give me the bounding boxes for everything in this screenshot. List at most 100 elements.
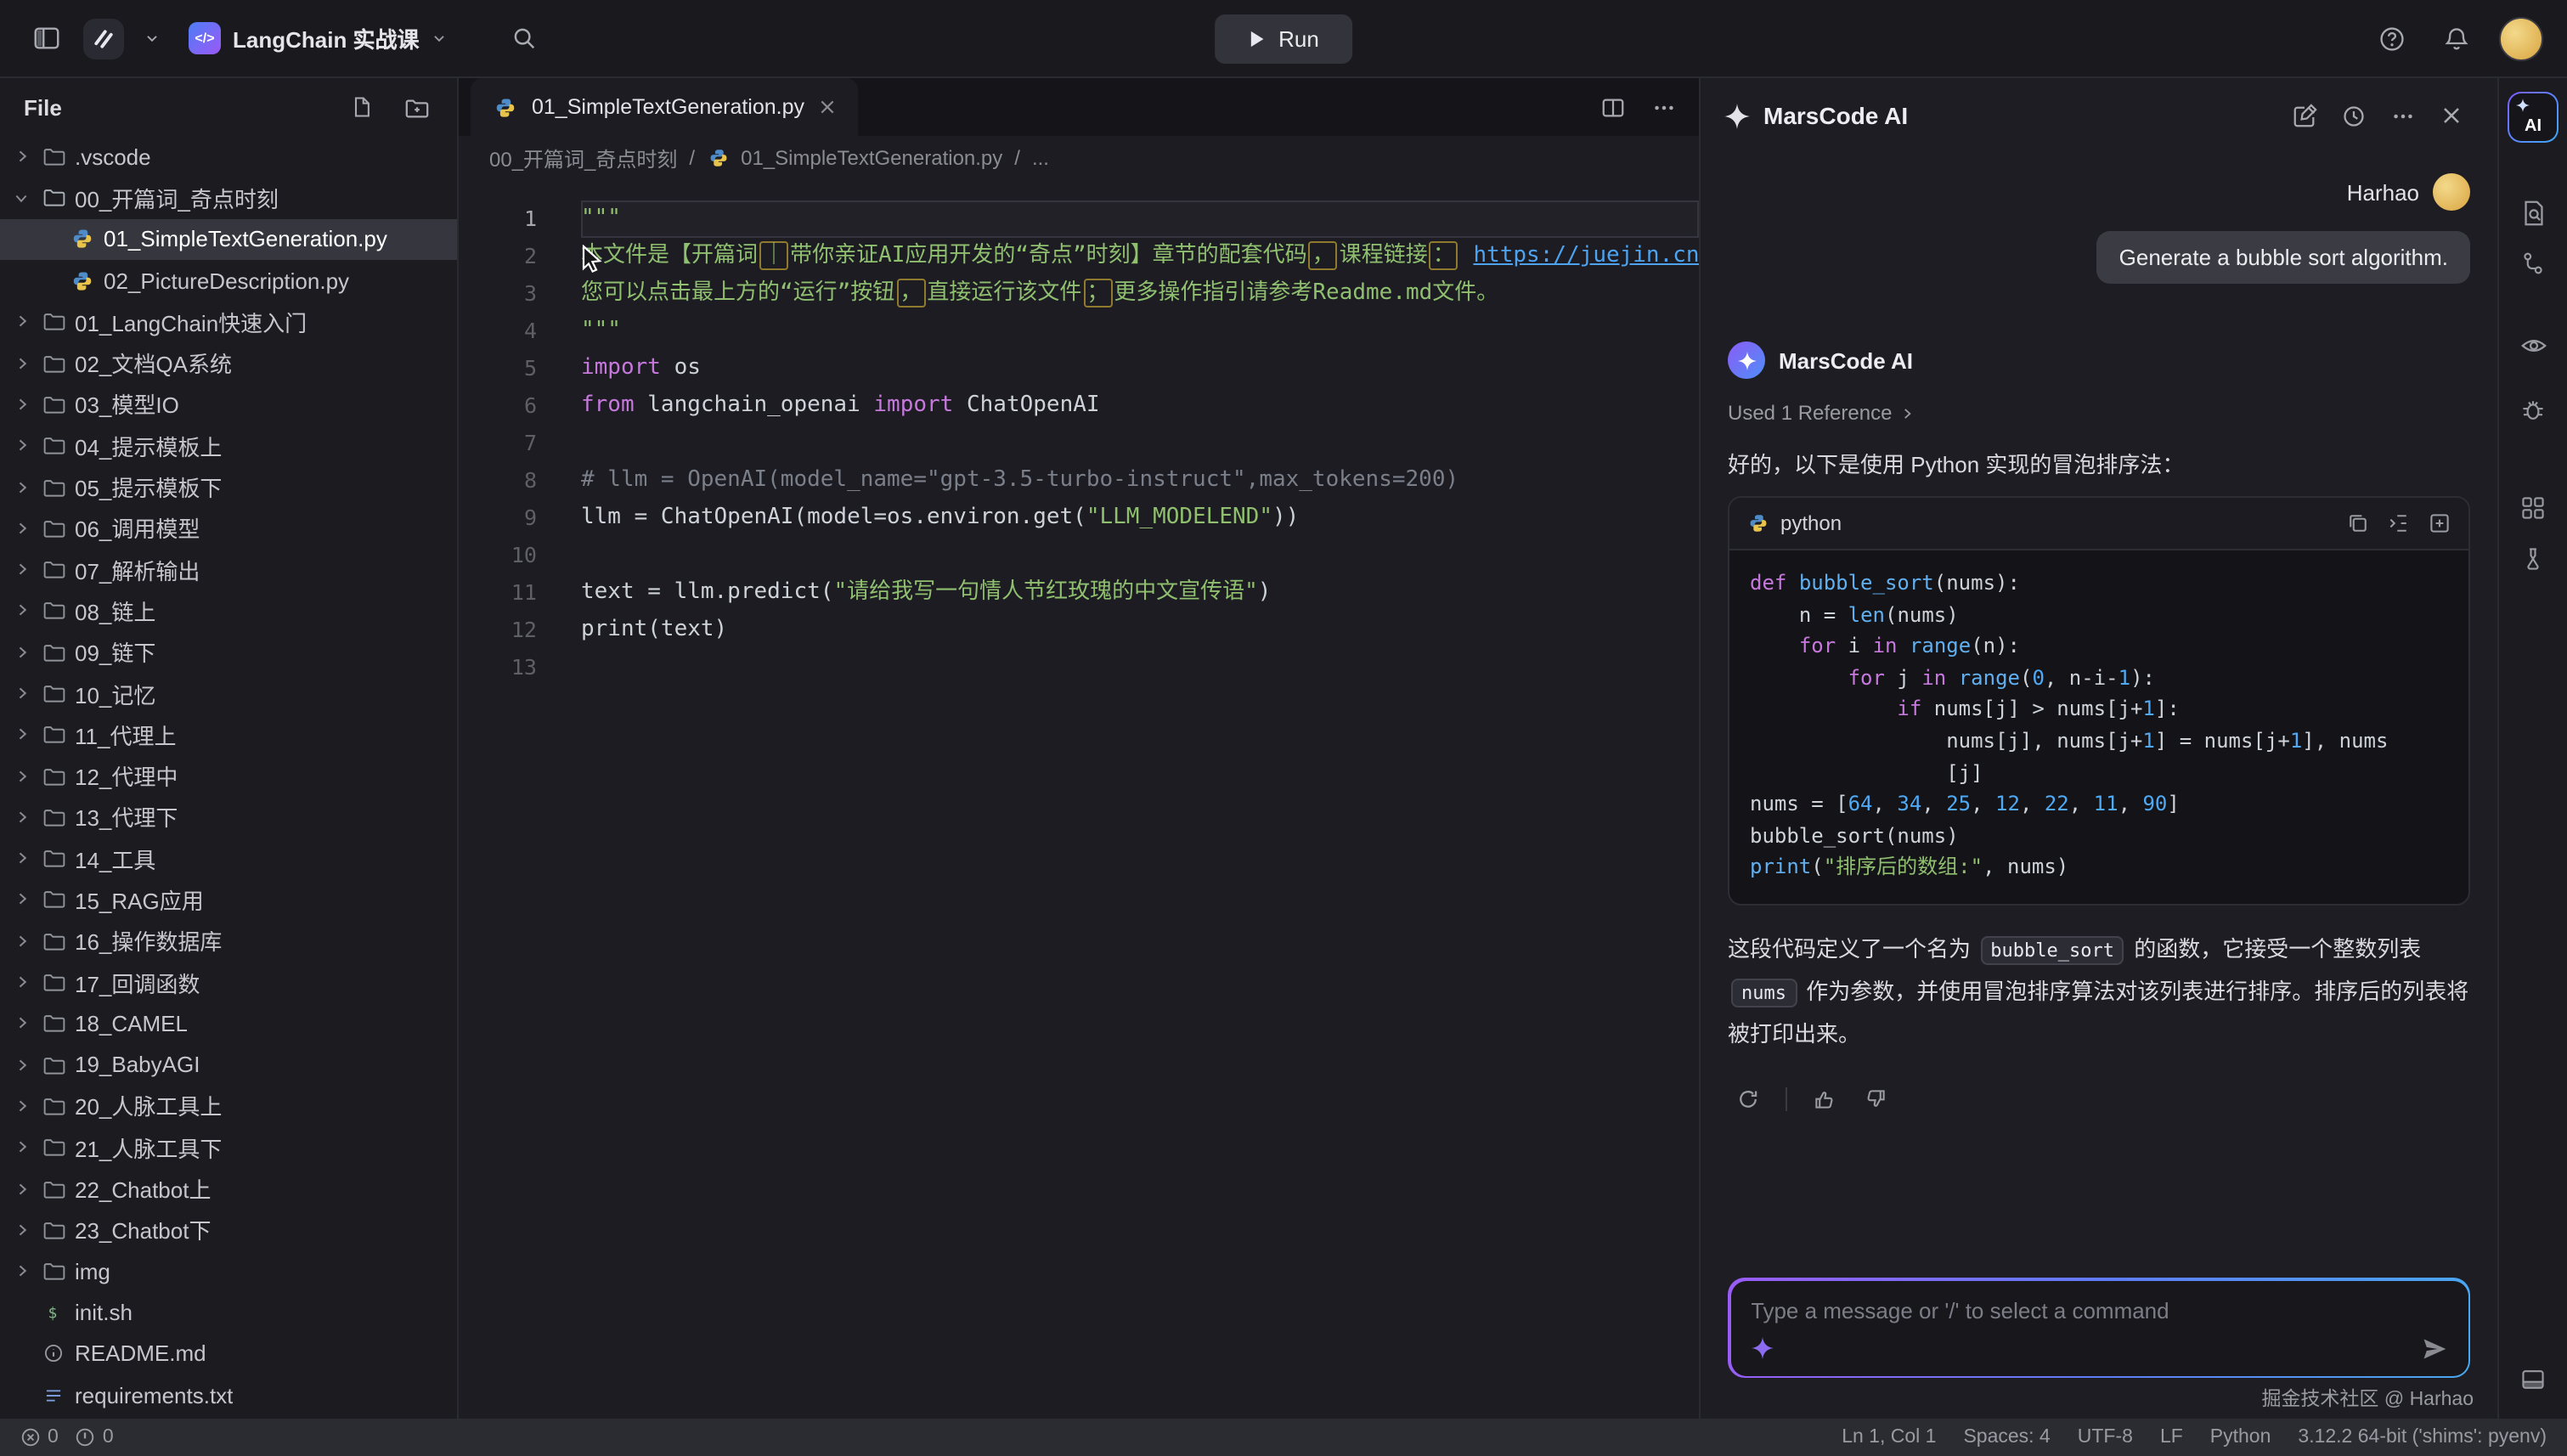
- help-button[interactable]: [2370, 16, 2414, 60]
- file-name: README.md: [75, 1341, 206, 1367]
- insert-code-button[interactable]: [2387, 511, 2411, 535]
- file-tree-item[interactable]: 07_解析输出: [0, 549, 457, 590]
- file-tree-item[interactable]: 19_BabyAGI: [0, 1044, 457, 1086]
- file-tree-item[interactable]: .vscode: [0, 136, 457, 178]
- file-tree-item[interactable]: 06_调用模型: [0, 507, 457, 549]
- assistant-message-header: MarsCode AI: [1728, 341, 2470, 379]
- cursor-position[interactable]: Ln 1, Col 1: [1842, 1427, 1936, 1448]
- project-switcher[interactable]: </> LangChain 实战课: [189, 22, 447, 54]
- new-folder-button[interactable]: [399, 90, 433, 124]
- app-logo[interactable]: [83, 18, 124, 59]
- file-tree-item[interactable]: README.md: [0, 1333, 457, 1374]
- bottom-panel-button[interactable]: [2508, 1354, 2559, 1405]
- regenerate-button[interactable]: [1728, 1079, 1769, 1120]
- new-file-from-code-button[interactable]: [2428, 511, 2451, 535]
- file-tree-item[interactable]: 09_链下: [0, 631, 457, 673]
- editor-tab[interactable]: 01_SimpleTextGeneration.py: [471, 78, 857, 136]
- file-tree-item[interactable]: 23_Chatbot下: [0, 1209, 457, 1250]
- panel-more-button[interactable]: [2380, 93, 2424, 138]
- code-line: """: [581, 313, 1699, 350]
- notifications-button[interactable]: [2434, 16, 2479, 60]
- copy-code-button[interactable]: [2346, 511, 2370, 535]
- debug-button[interactable]: [2508, 384, 2559, 435]
- file-tree-item[interactable]: 15_RAG应用: [0, 879, 457, 921]
- ai-panel-actions: [2282, 93, 2474, 138]
- folder-icon: [41, 309, 66, 335]
- new-folder-icon: [403, 94, 429, 120]
- file-tree-item[interactable]: requirements.txt: [0, 1374, 457, 1416]
- send-button[interactable]: [2420, 1335, 2447, 1362]
- file-tree-item[interactable]: 08_链上: [0, 590, 457, 632]
- file-tree-item[interactable]: 03_模型IO: [0, 384, 457, 426]
- reference-link[interactable]: Used 1 Reference: [1728, 401, 2470, 425]
- file-tree-item[interactable]: 02_PictureDescription.py: [0, 260, 457, 302]
- bug-icon: [2519, 396, 2547, 423]
- chat-input-inner: [1730, 1280, 2468, 1375]
- file-tree-item[interactable]: 16_操作数据库: [0, 920, 457, 962]
- eol-sequence[interactable]: LF: [2160, 1427, 2183, 1448]
- file-tree-item[interactable]: 12_代理中: [0, 755, 457, 797]
- sparkle-icon: [1724, 103, 1750, 128]
- breadcrumb-folder[interactable]: 00_开篇词_奇点时刻: [489, 144, 677, 172]
- file-tree-item[interactable]: 21_人脉工具下: [0, 1126, 457, 1168]
- status-bar: 0 0 Ln 1, Col 1 Spaces: 4 UTF-8 LF Pytho…: [0, 1419, 2567, 1456]
- folder-icon: [41, 763, 66, 788]
- code-card-actions: [2346, 511, 2451, 535]
- preview-button[interactable]: [2508, 319, 2559, 370]
- editor-more-button[interactable]: [1641, 85, 1685, 129]
- new-file-button[interactable]: [345, 90, 379, 124]
- file-tree-item[interactable]: 00_开篇词_奇点时刻: [0, 178, 457, 219]
- file-tree-item[interactable]: img: [0, 1250, 457, 1292]
- file-tree-item[interactable]: 17_回调函数: [0, 962, 457, 1003]
- line-number: 11: [459, 574, 537, 612]
- thumbs-down-button[interactable]: [1855, 1079, 1896, 1120]
- message-input[interactable]: [1751, 1297, 2447, 1323]
- history-button[interactable]: [2331, 93, 2375, 138]
- python-interpreter[interactable]: 3.12.2 64-bit ('shims': pyenv): [2298, 1427, 2547, 1448]
- file-tree-item[interactable]: 14_工具: [0, 838, 457, 879]
- ai-command-button[interactable]: [1751, 1337, 1773, 1359]
- search-files-button[interactable]: [2508, 187, 2559, 238]
- file-tree-item[interactable]: 18_CAMEL: [0, 1002, 457, 1044]
- tab-close-button[interactable]: [818, 99, 835, 116]
- logo-chevron-button[interactable]: [139, 16, 163, 60]
- file-tree-item[interactable]: 02_文档QA系统: [0, 342, 457, 384]
- problems-indicator[interactable]: 0: [20, 1427, 59, 1448]
- file-name: 04_提示模板上: [75, 429, 222, 461]
- folder-icon: [41, 516, 66, 541]
- user-avatar[interactable]: [2499, 16, 2543, 60]
- code-line: [581, 537, 1699, 574]
- source-control-button[interactable]: [2508, 238, 2559, 289]
- refresh-icon: [1736, 1087, 1760, 1111]
- file-tree-item[interactable]: 10_记忆: [0, 673, 457, 714]
- breadcrumb-more[interactable]: ...: [1032, 146, 1049, 170]
- file-tree-item[interactable]: 20_人脉工具上: [0, 1086, 457, 1127]
- file-tree-item[interactable]: 01_LangChain快速入门: [0, 301, 457, 342]
- global-search-button[interactable]: [503, 16, 547, 60]
- file-tree-item[interactable]: 01_SimpleTextGeneration.py: [0, 218, 457, 260]
- split-editor-button[interactable]: [1590, 85, 1634, 129]
- run-button[interactable]: Run: [1214, 14, 1353, 63]
- encoding[interactable]: UTF-8: [2078, 1427, 2133, 1448]
- eye-icon: [2519, 330, 2547, 359]
- code-editor[interactable]: 12345678910111213 """本文件是【开篇词｜带你亲证AI应用开发…: [459, 180, 1699, 1419]
- shell-file-icon: $: [41, 1300, 66, 1325]
- file-tree-item[interactable]: 05_提示模板下: [0, 466, 457, 508]
- language-mode[interactable]: Python: [2210, 1427, 2271, 1448]
- file-tree-item[interactable]: 13_代理下: [0, 797, 457, 838]
- extensions-button[interactable]: [2508, 483, 2559, 533]
- warnings-indicator[interactable]: 0: [76, 1427, 114, 1448]
- file-tree-item[interactable]: 04_提示模板上: [0, 425, 457, 466]
- file-tree-item[interactable]: 22_Chatbot上: [0, 1168, 457, 1210]
- ai-assistant-button[interactable]: AI: [2508, 92, 2559, 143]
- sidebar-toggle-button[interactable]: [24, 16, 68, 60]
- new-chat-button[interactable]: [2282, 93, 2326, 138]
- breadcrumb-file[interactable]: 01_SimpleTextGeneration.py: [741, 146, 1002, 170]
- indentation[interactable]: Spaces: 4: [1963, 1427, 2050, 1448]
- file-tree-item[interactable]: $init.sh: [0, 1292, 457, 1334]
- split-editor-icon: [1599, 94, 1625, 120]
- tests-button[interactable]: [2508, 533, 2559, 584]
- thumbs-up-button[interactable]: [1804, 1079, 1845, 1120]
- file-tree-item[interactable]: 11_代理上: [0, 714, 457, 755]
- panel-close-button[interactable]: [2429, 93, 2474, 138]
